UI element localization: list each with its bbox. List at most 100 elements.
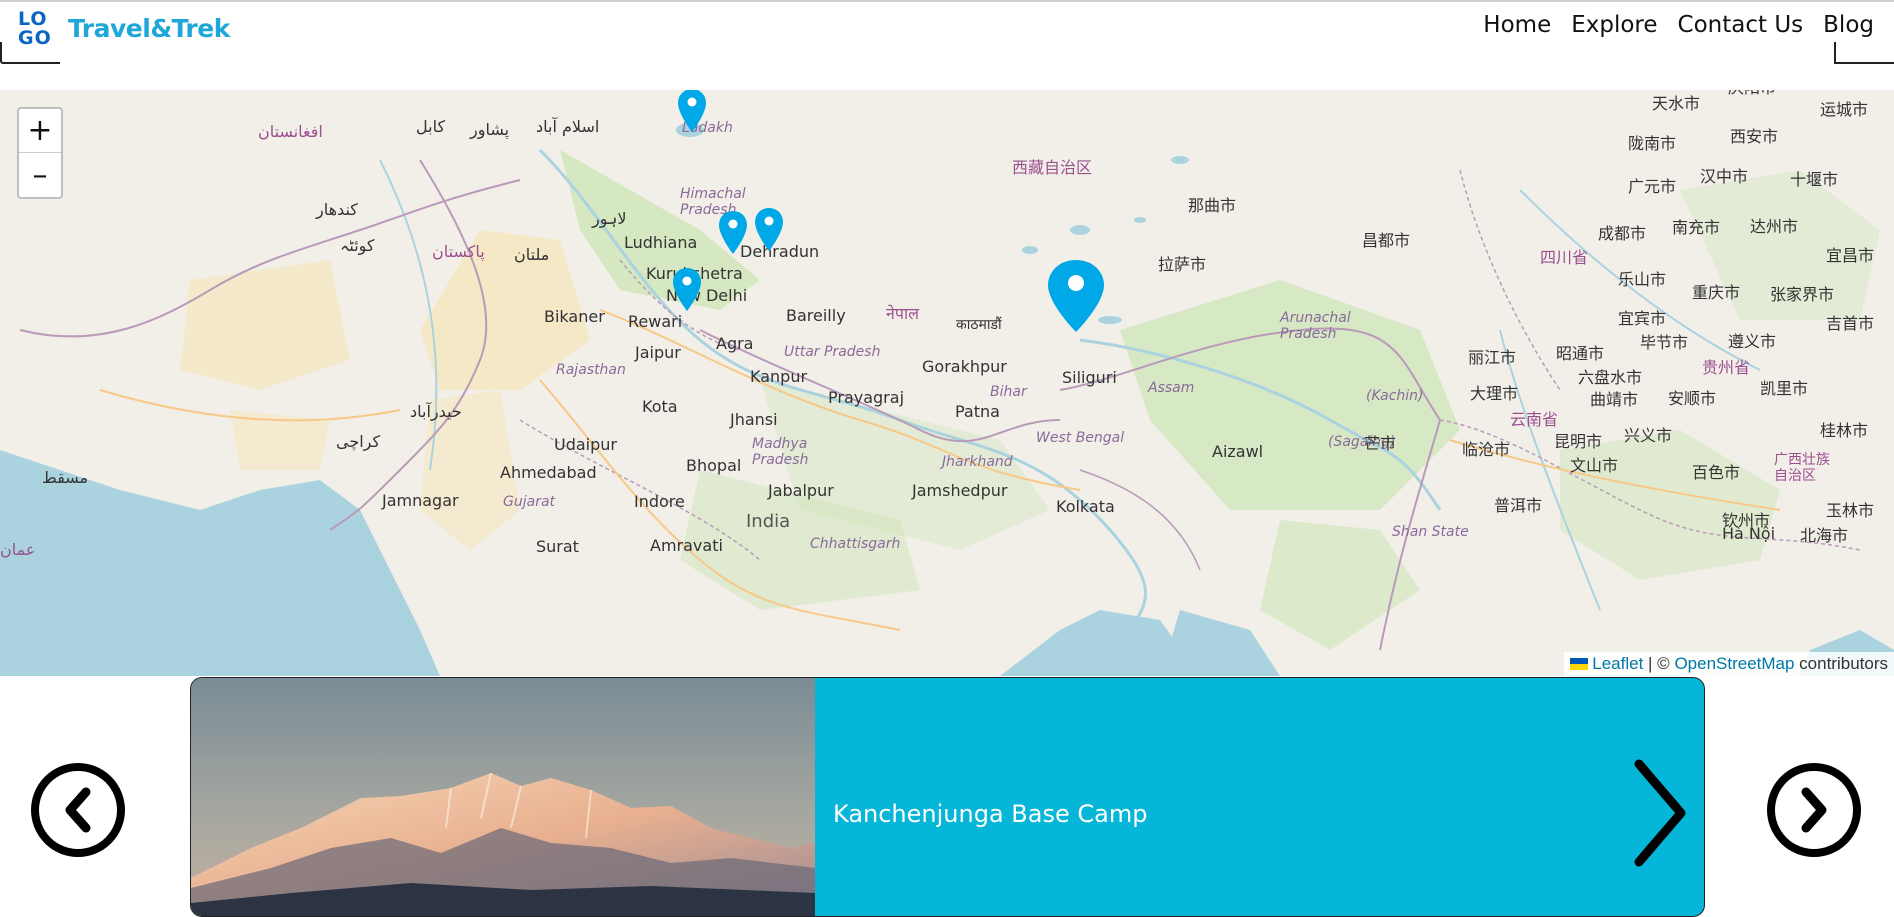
map-label: Gorakhpur — [922, 357, 1007, 376]
attribution-suffix: contributors — [1794, 654, 1888, 673]
map-label: Bikaner — [544, 307, 605, 326]
card-chevron-right-icon[interactable] — [1631, 758, 1691, 868]
map-label: 曲靖市 — [1590, 390, 1639, 409]
zoom-in-button[interactable]: + — [19, 109, 61, 153]
map-label: 广元市 — [1628, 177, 1677, 196]
map-label: काठमाडौं — [956, 317, 1002, 333]
map-label: Kota — [642, 397, 678, 416]
map-label: کراچی — [336, 432, 381, 451]
map-label: India — [746, 511, 791, 532]
map-label: Gujarat — [503, 494, 556, 510]
map-label: 兴义市 — [1624, 426, 1673, 445]
map-label: 昭通市 — [1556, 344, 1605, 363]
map-label: 那曲市 — [1188, 196, 1237, 215]
map-label: Bareilly — [786, 306, 846, 325]
map-label: افغانستان — [258, 122, 323, 141]
map-label: Ludhiana — [624, 233, 698, 252]
map-label: پشاور — [470, 120, 510, 139]
map-label: 运城市 — [1820, 100, 1869, 119]
map-label: Aizawl — [1212, 442, 1264, 461]
map-label: ملتان — [514, 245, 550, 264]
map-label: 普洱市 — [1494, 496, 1543, 515]
map-label: 达州市 — [1750, 217, 1799, 236]
map-label: 毕节市 — [1640, 333, 1689, 352]
map-label: 云南省 — [1510, 410, 1559, 429]
map-label: لاہور — [592, 209, 627, 228]
map-label: Jamnagar — [382, 491, 459, 510]
map-label: Bihar — [990, 384, 1027, 400]
map-label: 丽江市 — [1468, 348, 1517, 367]
map-label: Arunachal Pradesh — [1280, 310, 1351, 342]
map-label: 芒市 — [1364, 434, 1397, 453]
kanchenjunga-photo — [191, 678, 815, 916]
map-label: Jamshedpur — [912, 481, 1008, 500]
openstreetmap-link[interactable]: OpenStreetMap — [1674, 654, 1794, 673]
map-label: 汉中市 — [1700, 167, 1749, 186]
map-label: Madhya Pradesh — [752, 436, 809, 468]
map-marker-icon[interactable] — [754, 207, 784, 253]
attribution-separator: | © — [1643, 654, 1675, 673]
map-label: 天水市 — [1652, 94, 1701, 113]
map-label: (Kachin) — [1366, 388, 1424, 404]
map-label: Kolkata — [1056, 497, 1115, 516]
map-label: 文山市 — [1570, 456, 1619, 475]
trek-map[interactable]: + – Ladakh Himachal Pradesh Ludhiana Deh… — [0, 90, 1894, 676]
map-label: 玉林市 — [1826, 501, 1875, 520]
map-label: Rewari — [628, 312, 683, 331]
map-marker-icon[interactable] — [718, 210, 748, 256]
map-label: حیدرآباد — [410, 402, 462, 421]
map-label: مسقط — [42, 468, 89, 487]
map-label: Uttar Pradesh — [784, 344, 881, 360]
header-decoration-right — [1834, 42, 1894, 64]
map-label: Chhattisgarh — [810, 536, 901, 552]
map-label: 庆阳市 — [1728, 90, 1776, 98]
map-label: Agra — [716, 334, 754, 353]
header-decoration-left — [0, 42, 60, 64]
trek-card[interactable]: Kanchenjunga Base Camp — [190, 677, 1705, 917]
map-label: 昌都市 — [1362, 231, 1411, 250]
map-label: 陇南市 — [1628, 134, 1677, 153]
map-label: 凯里市 — [1760, 379, 1809, 398]
carousel-next-button[interactable] — [1766, 762, 1862, 858]
map-label: 桂林市 — [1820, 421, 1869, 440]
map-label: کندهار — [316, 200, 358, 219]
map-label: 重庆市 — [1692, 283, 1741, 302]
site-header: LO GO Travel&Trek Home Explore Contact U… — [0, 2, 1894, 90]
map-label: Udaipur — [554, 435, 617, 454]
map-label: Prayagraj — [828, 388, 905, 407]
ukraine-flag-icon — [1570, 658, 1589, 670]
map-label: Jharkhand — [942, 454, 1013, 470]
map-label: 六盘水市 — [1578, 368, 1643, 387]
nav-home[interactable]: Home — [1483, 12, 1551, 38]
map-label: اسلام آباد — [536, 117, 600, 136]
nav-explore[interactable]: Explore — [1571, 12, 1657, 38]
map-label: Kanpur — [750, 367, 808, 386]
map-label: Rajasthan — [556, 362, 626, 378]
carousel-prev-button[interactable] — [30, 762, 126, 858]
map-label: 拉萨市 — [1158, 255, 1207, 274]
map-label: 临沧市 — [1462, 440, 1511, 459]
map-label: Jaipur — [635, 343, 681, 362]
map-marker-selected-icon[interactable] — [1046, 258, 1106, 334]
map-label: Assam — [1148, 380, 1195, 396]
leaflet-link[interactable]: Leaflet — [1592, 654, 1643, 673]
map-label: Surat — [536, 537, 579, 556]
map-marker-icon[interactable] — [677, 90, 707, 134]
map-label: Amravati — [650, 536, 723, 555]
nav-contact-us[interactable]: Contact Us — [1678, 12, 1804, 38]
map-label: 宜昌市 — [1826, 246, 1875, 265]
map-label: Jabalpur — [768, 481, 834, 500]
zoom-out-button[interactable]: – — [19, 153, 61, 197]
map-label: West Bengal — [1036, 430, 1125, 446]
trek-card-title: Kanchenjunga Base Camp — [833, 800, 1148, 828]
trek-carousel: Kanchenjunga Base Camp — [0, 676, 1894, 917]
map-label: 安顺市 — [1668, 389, 1717, 408]
map-label: Indore — [634, 492, 685, 511]
map-label: 大理市 — [1470, 384, 1519, 403]
map-label: 宜宾市 — [1618, 309, 1667, 328]
map-label: 南充市 — [1672, 218, 1721, 237]
nav-blog[interactable]: Blog — [1823, 12, 1874, 38]
brand-name[interactable]: Travel&Trek — [68, 14, 230, 43]
map-marker-icon[interactable] — [672, 267, 702, 313]
map-label: 吉首市 — [1826, 314, 1875, 333]
